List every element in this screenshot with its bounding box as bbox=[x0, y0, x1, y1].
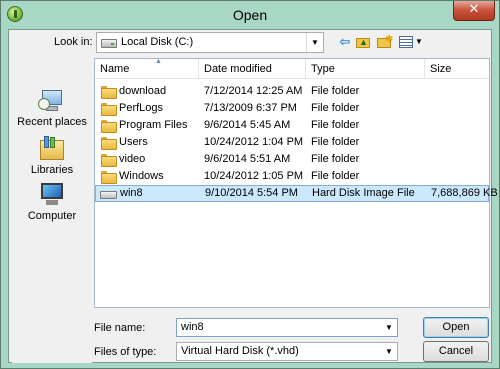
file-type-dropdown[interactable]: Virtual Hard Disk (*.vhd) ▼ bbox=[176, 342, 398, 361]
file-type: Hard Disk Image File bbox=[312, 187, 415, 199]
column-header-date[interactable]: Date modified bbox=[199, 59, 306, 79]
file-type: File folder bbox=[311, 85, 360, 97]
file-type: File folder bbox=[311, 102, 360, 114]
file-name: Windows bbox=[119, 170, 164, 182]
folder-icon bbox=[101, 154, 117, 167]
file-type-label: Files of type: bbox=[94, 346, 157, 358]
folder-icon bbox=[101, 171, 117, 184]
look-in-dropdown[interactable]: Local Disk (C:) ▼ bbox=[96, 32, 324, 53]
file-row-windows[interactable]: Windows 10/24/2012 1:05 PM File folder bbox=[95, 168, 489, 185]
file-date: 9/10/2014 5:54 PM bbox=[205, 187, 298, 199]
column-header-row: ▲ Name Date modified Type Size bbox=[95, 58, 489, 79]
file-size: 7,688,869 KB bbox=[431, 187, 498, 199]
file-name: Program Files bbox=[119, 119, 188, 131]
computer-icon bbox=[38, 182, 66, 208]
chevron-down-icon[interactable]: ▼ bbox=[381, 343, 397, 360]
look-in-value: Local Disk (C:) bbox=[121, 36, 194, 48]
place-label: Recent places bbox=[17, 116, 87, 128]
file-date: 7/13/2009 6:37 PM bbox=[204, 102, 297, 114]
file-row-users[interactable]: Users 10/24/2012 1:04 PM File folder bbox=[95, 134, 489, 151]
open-button[interactable]: Open bbox=[423, 317, 489, 338]
up-folder-icon[interactable]: ▲ bbox=[355, 34, 371, 50]
file-name-field[interactable]: win8 ▼ bbox=[176, 318, 398, 337]
file-row-perflogs[interactable]: PerfLogs 7/13/2009 6:37 PM File folder bbox=[95, 100, 489, 117]
folder-icon bbox=[101, 103, 117, 116]
column-header-type[interactable]: Type bbox=[306, 59, 425, 79]
disk-image-icon bbox=[100, 191, 117, 199]
folder-icon bbox=[101, 86, 117, 99]
file-row-video[interactable]: video 9/6/2014 5:51 AM File folder bbox=[95, 151, 489, 168]
folder-icon bbox=[101, 120, 117, 133]
file-row-download[interactable]: download 7/12/2014 12:25 AM File folder bbox=[95, 83, 489, 100]
place-computer[interactable]: Computer bbox=[12, 182, 92, 222]
file-row-program-files[interactable]: Program Files 9/6/2014 5:45 AM File fold… bbox=[95, 117, 489, 134]
chevron-down-icon[interactable]: ▼ bbox=[381, 319, 397, 336]
close-button[interactable]: ✕ bbox=[453, 1, 495, 21]
column-header-name[interactable]: ▲ Name bbox=[95, 58, 199, 79]
file-list[interactable]: ▲ Name Date modified Type Size download … bbox=[94, 58, 498, 308]
sort-ascending-icon: ▲ bbox=[155, 58, 162, 65]
local-disk-icon bbox=[101, 39, 117, 48]
look-in-label: Look in: bbox=[54, 36, 93, 48]
libraries-icon bbox=[38, 136, 66, 162]
file-date: 9/6/2014 5:45 AM bbox=[204, 119, 291, 131]
place-label: Libraries bbox=[30, 164, 74, 176]
dialog-body: Look in: Local Disk (C:) ▼ ⇦ ▲ ✱ ▼ Recen… bbox=[8, 29, 498, 363]
file-date: 7/12/2014 12:25 AM bbox=[204, 85, 303, 97]
file-type-value: Virtual Hard Disk (*.vhd) bbox=[181, 345, 299, 357]
file-name: win8 bbox=[120, 187, 143, 199]
folder-icon bbox=[101, 137, 117, 150]
file-name-value: win8 bbox=[181, 321, 204, 333]
back-icon[interactable]: ⇦ bbox=[337, 34, 353, 50]
file-name: PerfLogs bbox=[119, 102, 164, 114]
column-header-size[interactable]: Size bbox=[425, 59, 489, 79]
views-menu-icon[interactable]: ▼ bbox=[398, 34, 424, 50]
file-name-label: File name: bbox=[94, 322, 146, 334]
place-libraries[interactable]: Libraries bbox=[12, 136, 92, 176]
file-date: 10/24/2012 1:04 PM bbox=[204, 136, 304, 148]
file-type: File folder bbox=[311, 153, 360, 165]
file-type: File folder bbox=[311, 136, 360, 148]
places-bar: Recent places Libraries Computer bbox=[12, 58, 92, 363]
open-dialog: Open ✕ Look in: Local Disk (C:) ▼ ⇦ ▲ ✱ … bbox=[0, 0, 500, 369]
new-folder-icon[interactable]: ✱ bbox=[376, 34, 393, 50]
file-row-win8[interactable]: win8 9/10/2014 5:54 PM Hard Disk Image F… bbox=[95, 185, 498, 202]
place-recent[interactable]: Recent places bbox=[12, 88, 92, 128]
file-date: 10/24/2012 1:05 PM bbox=[204, 170, 304, 182]
title-bar[interactable]: Open ✕ bbox=[1, 1, 499, 29]
window-title: Open bbox=[232, 7, 268, 23]
file-name: download bbox=[119, 85, 167, 97]
file-type: File folder bbox=[311, 119, 360, 131]
chevron-down-icon[interactable]: ▼ bbox=[306, 33, 323, 52]
place-label: Computer bbox=[27, 210, 77, 222]
file-type: File folder bbox=[311, 170, 360, 182]
cancel-button[interactable]: Cancel bbox=[423, 341, 489, 362]
file-name: Users bbox=[119, 136, 148, 148]
file-name: video bbox=[119, 153, 146, 165]
recent-places-icon bbox=[38, 88, 66, 114]
file-date: 9/6/2014 5:51 AM bbox=[204, 153, 291, 165]
